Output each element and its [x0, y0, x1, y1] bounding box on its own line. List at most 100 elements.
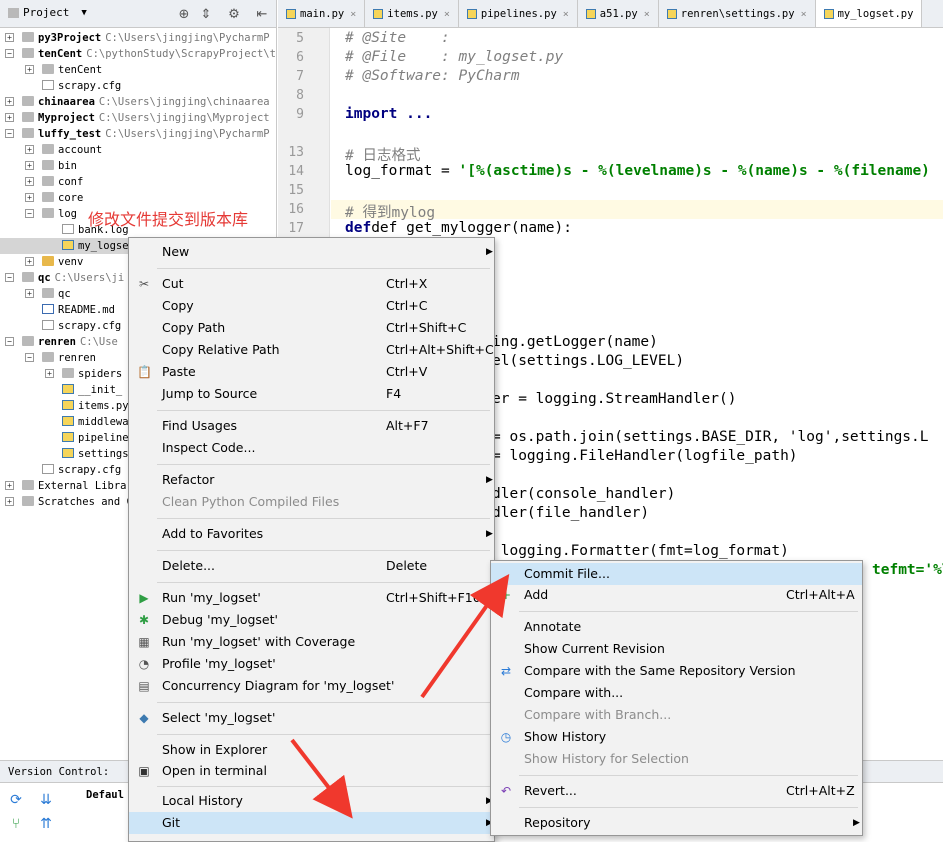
menu-item-label: Concurrency Diagram for 'my_logset'	[162, 678, 395, 693]
git-menu-item-show-history[interactable]: ◷ Show History	[491, 726, 862, 748]
tab-pipelines-py[interactable]: pipelines.py ×	[459, 0, 578, 27]
code-def-text: def get_mylogger(name):	[371, 220, 572, 236]
file-icon	[42, 464, 54, 474]
tree-item[interactable]: + tenCent	[0, 62, 276, 78]
tree-item[interactable]: + chinaarea C:\Users\jingjing\chinaarea	[0, 94, 276, 110]
context-menu-item-add-to-favorites[interactable]: Add to Favorites ▶	[129, 523, 494, 545]
context-menu-item-copy[interactable]: Copy Ctrl+C	[129, 295, 494, 317]
tab-items-py[interactable]: items.py ×	[365, 0, 459, 27]
folder-icon	[62, 368, 74, 378]
git-menu-item-annotate[interactable]: Annotate	[491, 616, 862, 638]
tree-item[interactable]: + Myproject C:\Users\jingjing\Myproject	[0, 110, 276, 126]
tree-item[interactable]: − tenCent C:\pythonStudy\ScrapyProject\t	[0, 46, 276, 62]
menu-separator	[157, 734, 490, 735]
git-menu-item-compare-with-the-same-repository-version[interactable]: ⇄ Compare with the Same Repository Versio…	[491, 660, 862, 682]
context-menu-item-find-usages[interactable]: Find Usages Alt+F7	[129, 415, 494, 437]
git-menu-item-repository[interactable]: Repository ▶	[491, 812, 862, 834]
context-menu-item-delete[interactable]: Delete... Delete	[129, 555, 494, 577]
collapse-all-icon[interactable]: ⇕	[198, 6, 214, 22]
context-menu-item-cut[interactable]: ✂ Cut Ctrl+X	[129, 273, 494, 295]
tree-item[interactable]: + py3Project C:\Users\jingjing\PycharmP	[0, 30, 276, 46]
folder-icon	[42, 160, 54, 170]
context-menu-item-refactor[interactable]: Refactor ▶	[129, 469, 494, 491]
scroll-from-source-icon[interactable]: ⊕	[176, 6, 192, 22]
tree-item[interactable]: + core	[0, 190, 276, 206]
project-view-selector[interactable]: Project ▼	[8, 6, 87, 19]
menu-item-label: Profile 'my_logset'	[162, 656, 276, 671]
close-icon[interactable]: ×	[444, 9, 450, 20]
compare-icon: ⇄	[500, 664, 512, 678]
changelist-default[interactable]: Defaul	[86, 789, 124, 801]
context-menu-item-copy-path[interactable]: Copy Path Ctrl+Shift+C	[129, 317, 494, 339]
python-file-icon	[62, 416, 74, 426]
menu-item-shortcut: Ctrl+Alt+Shift+C	[386, 342, 494, 357]
collapse-all-icon[interactable]: ⇈	[38, 815, 54, 831]
menu-separator	[157, 702, 490, 703]
tree-item[interactable]: + conf	[0, 174, 276, 190]
menu-item-label: Find Usages	[162, 418, 238, 433]
context-menu-item-show-in-explorer[interactable]: Show in Explorer	[129, 739, 494, 761]
context-menu-item-local-history[interactable]: Local History▶	[129, 790, 494, 812]
menu-item-label: Repository	[524, 815, 591, 830]
context-menu-item-debug-my-logset[interactable]: ✱ Debug 'my_logset'	[129, 609, 494, 631]
code-line: = logging.FileHandler(logfile_path)	[492, 448, 798, 464]
line-number: 7	[296, 69, 304, 84]
tree-item[interactable]: scrapy.cfg	[0, 78, 276, 94]
refresh-icon[interactable]: ⟳	[8, 791, 24, 807]
close-icon[interactable]: ×	[563, 9, 569, 20]
line-number: 6	[296, 50, 304, 65]
menu-item-shortcut: Ctrl+Alt+A	[786, 587, 855, 602]
scissors-icon: ✂	[138, 277, 150, 291]
git-menu-item-show-current-revision[interactable]: Show Current Revision	[491, 638, 862, 660]
git-menu-item-compare-with[interactable]: Compare with...	[491, 682, 862, 704]
tab-main-py[interactable]: main.py ×	[278, 0, 366, 27]
context-menu-item-run-my-logset-with-coverage[interactable]: ▦ Run 'my_logset' with Coverage	[129, 631, 494, 653]
menu-item-label: Copy Path	[162, 320, 226, 335]
context-menu-item-jump-to-source[interactable]: Jump to Source F4	[129, 383, 494, 405]
tab-my-logset-py[interactable]: my_logset.py	[815, 0, 923, 27]
tree-item[interactable]: + bin	[0, 158, 276, 174]
folder-icon	[42, 64, 54, 74]
menu-separator	[157, 786, 490, 787]
menu-item-label: Git	[162, 815, 181, 830]
line-number: 14	[288, 164, 304, 179]
folder-icon	[42, 256, 54, 266]
git-menu-item-add[interactable]: + Add Ctrl+Alt+A	[491, 584, 862, 606]
context-menu-item-git[interactable]: Git▶	[129, 812, 494, 834]
close-icon[interactable]: ×	[350, 9, 356, 20]
menu-item-label: Compare with...	[524, 685, 624, 700]
tree-item[interactable]: − luffy_test C:\Users\jingjing\PycharmP	[0, 126, 276, 142]
python-file-icon	[62, 448, 74, 458]
context-menu-item-copy-relative-path[interactable]: Copy Relative Path Ctrl+Alt+Shift+C	[129, 339, 494, 361]
context-menu-item-new[interactable]: New ▶	[129, 241, 494, 263]
tree-item[interactable]: + account	[0, 142, 276, 158]
git-menu-item-show-history-for-selection: Show History for Selection	[491, 748, 862, 770]
menu-item-label: Paste	[162, 364, 196, 379]
gear-icon[interactable]: ⚙	[226, 6, 242, 22]
context-menu-item-run-my-logset[interactable]: ▶ Run 'my_logset' Ctrl+Shift+F10	[129, 587, 494, 609]
context-menu-item-concurrency-diagram-for-my-logset[interactable]: ▤ Concurrency Diagram for 'my_logset'	[129, 675, 494, 697]
tab-a51-py[interactable]: a51.py ×	[578, 0, 659, 27]
expand-all-icon[interactable]: ⇊	[38, 791, 54, 807]
context-menu-item-select-my-logset[interactable]: ◆ Select 'my_logset'	[129, 707, 494, 729]
close-icon[interactable]: ×	[644, 9, 650, 20]
git-submenu: Commit File... + Add Ctrl+Alt+A Annotate Show…	[490, 560, 863, 836]
file-icon	[42, 320, 54, 330]
context-menu-item-paste[interactable]: 📋 Paste Ctrl+V	[129, 361, 494, 383]
code-line: logging.Formatter(fmt=log_format)	[492, 543, 789, 559]
python-file-icon	[823, 9, 834, 19]
git-menu-item-revert[interactable]: ↶ Revert... Ctrl+Alt+Z	[491, 780, 862, 802]
context-menu-item-profile-my-logset[interactable]: ◔ Profile 'my_logset'	[129, 653, 494, 675]
concurrency-icon: ▤	[138, 679, 150, 693]
context-menu-item-inspect-code[interactable]: Inspect Code...	[129, 437, 494, 459]
submenu-arrow-icon: ▶	[486, 475, 493, 485]
menu-item-label: Open in terminal	[162, 763, 267, 778]
tab-settings-py[interactable]: renren\settings.py ×	[659, 0, 816, 27]
code-line-import[interactable]: import ...	[345, 106, 432, 122]
context-menu-item-open-in-terminal[interactable]: ▣ Open in terminal	[129, 760, 494, 782]
git-menu-item-commit-file[interactable]: Commit File...	[491, 563, 862, 585]
close-icon[interactable]: ×	[801, 9, 807, 20]
hide-panel-icon[interactable]: ⇤	[254, 6, 270, 22]
branch-icon[interactable]: ⑂	[8, 815, 24, 831]
annotation-text: 修改文件提交到版本库	[88, 210, 249, 229]
